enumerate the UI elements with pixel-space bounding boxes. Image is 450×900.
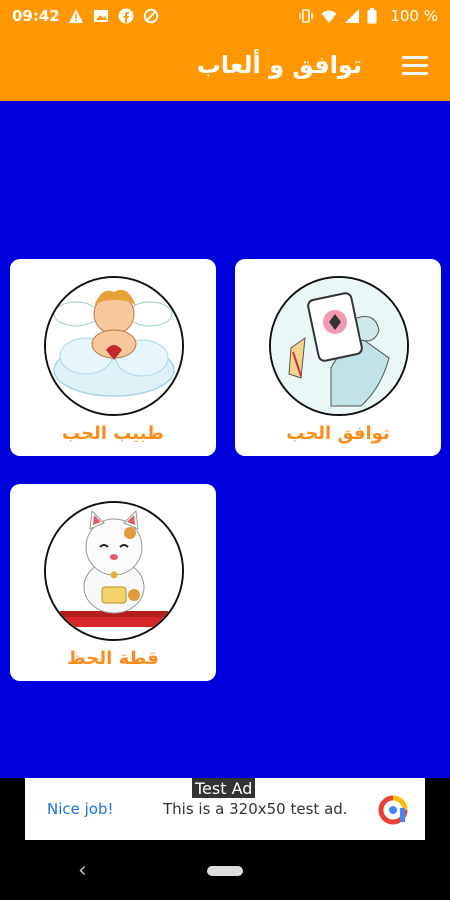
status-bar: 09:42 100 %	[0, 0, 450, 32]
main-content: توافق الحب طبيب الحب قطة الحظ	[0, 101, 450, 778]
warning-icon	[68, 8, 84, 24]
ad-description: This is a 320x50 test ad.	[163, 800, 348, 818]
vibrate-icon	[298, 8, 314, 24]
battery-percent: 100 %	[390, 7, 438, 25]
card-label: قطة الحظ	[67, 648, 159, 669]
card-label: توافق الحب	[286, 423, 390, 444]
test-ad-tag: Test Ad	[192, 778, 256, 798]
back-icon[interactable]: ‹	[78, 858, 87, 883]
battery-icon	[367, 8, 383, 24]
page-title: توافق و ألعاب	[196, 51, 362, 79]
facebook-icon	[118, 8, 134, 24]
signal-icon	[344, 8, 360, 24]
menu-icon[interactable]	[402, 56, 428, 78]
card-love-doctor[interactable]: طبيب الحب	[10, 259, 216, 456]
ad-cta[interactable]: Nice job!	[47, 800, 114, 818]
card-lucky-cat[interactable]: قطة الحظ	[10, 484, 216, 681]
phone-in-hand-illustration	[269, 276, 409, 416]
nav-bar: ‹	[0, 840, 450, 900]
home-pill-icon[interactable]	[207, 866, 243, 876]
card-love-compatibility[interactable]: توافق الحب	[235, 259, 441, 456]
card-label: طبيب الحب	[62, 423, 164, 444]
lucky-cat-illustration	[44, 501, 184, 641]
status-time: 09:42	[12, 7, 60, 25]
app-bar: توافق و ألعاب	[0, 32, 450, 101]
image-icon	[93, 8, 109, 24]
ad-banner[interactable]: Nice job! This is a 320x50 test ad. Test…	[0, 778, 450, 840]
cupid-on-cloud-illustration	[44, 276, 184, 416]
admob-logo-icon	[377, 794, 409, 826]
data-saver-icon	[143, 8, 159, 24]
wifi-icon	[321, 8, 337, 24]
